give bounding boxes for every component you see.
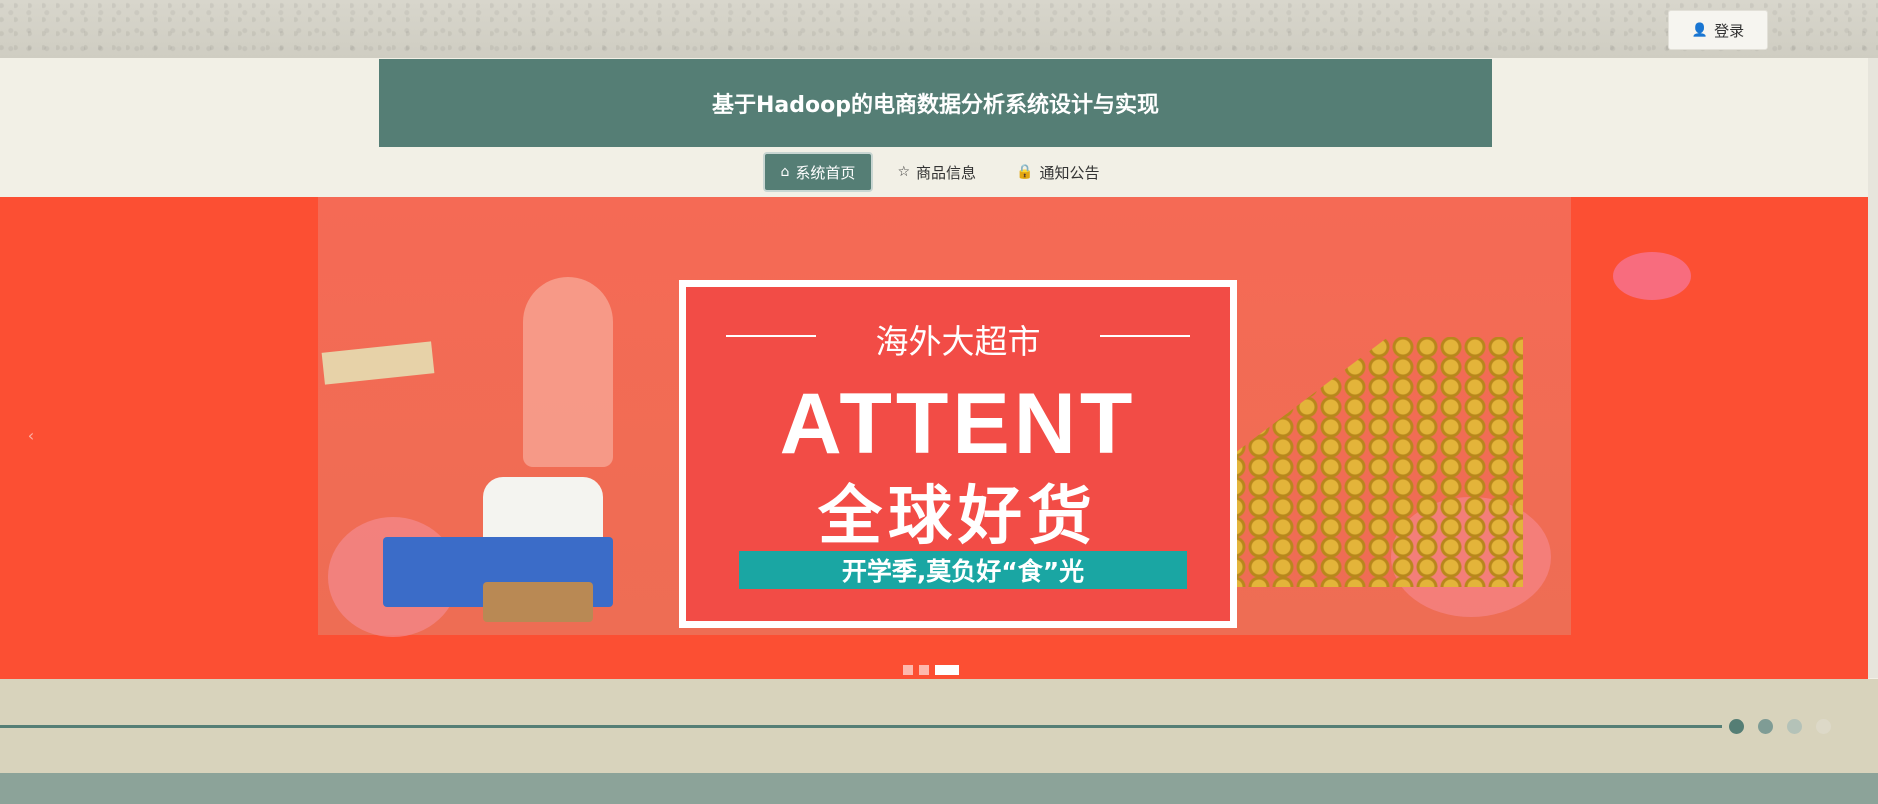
home-icon: ⌂ (780, 164, 790, 180)
secondary-carousel-indicators (1729, 719, 1831, 734)
user-icon: 👤 (1691, 22, 1709, 38)
nav-item-notices[interactable]: 🔒 通知公告 (1000, 154, 1115, 190)
secondary-dot-4[interactable] (1816, 719, 1831, 734)
site-title: 基于Hadoop的电商数据分析系统设计与实现 (712, 93, 1159, 118)
star-icon: ☆ (897, 164, 910, 180)
login-label: 登录 (1714, 21, 1745, 40)
top-bar (0, 0, 1878, 58)
nav-item-home[interactable]: ⌂ 系统首页 (762, 152, 874, 192)
nav-label: 通知公告 (1039, 163, 1100, 182)
chocolate-image (321, 341, 435, 385)
site-title-bar: 基于Hadoop的电商数据分析系统设计与实现 (379, 59, 1492, 147)
carousel-indicators (903, 665, 959, 675)
promo-headline-cn: 全球好货 (818, 480, 1098, 554)
scrollbar-track[interactable] (1868, 58, 1878, 678)
hero-banner-carousel[interactable]: 海外大超市 ATTENT 全球好货 开学季,莫负好“食”光 ‹ (0, 197, 1868, 679)
promo-frame: 海外大超市 ATTENT 全球好货 开学季,莫负好“食”光 (679, 280, 1237, 628)
promo-tagline: 开学季,莫负好“食”光 (739, 551, 1187, 589)
nav-item-products[interactable]: ☆ 商品信息 (881, 154, 992, 190)
carousel-dot-1[interactable] (903, 665, 913, 675)
secondary-dot-2[interactable] (1758, 719, 1773, 734)
promo-subtitle: 海外大超市 (875, 322, 1041, 361)
balloon-decoration (1613, 252, 1691, 300)
statue-illustration (523, 277, 613, 467)
promo-headline: ATTENT (779, 376, 1137, 472)
nav-label: 商品信息 (916, 163, 977, 182)
chevron-left-icon: ‹ (27, 425, 35, 445)
carousel-dot-3[interactable] (935, 665, 959, 675)
footer-strip (0, 773, 1878, 804)
secondary-dot-1[interactable] (1729, 719, 1744, 734)
lock-icon: 🔒 (1016, 164, 1034, 180)
carousel-prev-button[interactable]: ‹ (18, 422, 44, 448)
main-nav: ⌂ 系统首页 ☆ 商品信息 🔒 通知公告 (0, 152, 1878, 192)
banner-slide: 海外大超市 ATTENT 全球好货 开学季,莫负好“食”光 (318, 197, 1691, 637)
wafer-image (483, 582, 593, 622)
chocolate-pile-image (1223, 337, 1523, 587)
login-button[interactable]: 👤 登录 (1668, 10, 1768, 50)
section-divider (0, 725, 1722, 728)
nav-label: 系统首页 (795, 163, 856, 182)
carousel-dot-2[interactable] (919, 665, 929, 675)
secondary-dot-3[interactable] (1787, 719, 1802, 734)
